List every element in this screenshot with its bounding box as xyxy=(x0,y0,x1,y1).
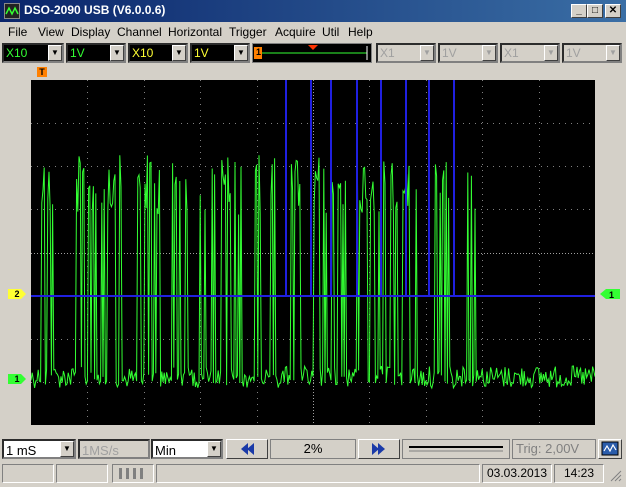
menu-trigger[interactable]: Trigger xyxy=(229,25,267,39)
ch3-probe-select[interactable]: X1 ▼ xyxy=(376,43,436,63)
chevron-down-icon: ▼ xyxy=(606,45,620,61)
ch1-volts-value: 1V xyxy=(70,46,85,60)
double-right-arrow-icon xyxy=(372,443,385,455)
chevron-down-icon: ▼ xyxy=(544,45,558,61)
status-indicator-bars xyxy=(112,464,154,483)
chevron-down-icon: ▼ xyxy=(234,45,248,61)
chevron-down-icon: ▼ xyxy=(48,45,62,61)
ch3-volts-select[interactable]: 1V ▼ xyxy=(438,43,498,63)
close-button[interactable]: ✕ xyxy=(605,4,621,18)
chevron-down-icon: ▼ xyxy=(172,45,186,61)
scroll-right-button[interactable] xyxy=(358,439,400,459)
chevron-down-icon: ▼ xyxy=(482,45,496,61)
ch1-level-marker[interactable]: 1 xyxy=(8,374,26,384)
samplerate-select[interactable]: 1MS/s xyxy=(78,439,150,459)
ch1-waveform xyxy=(31,155,595,390)
chevron-down-icon: ▼ xyxy=(110,45,124,61)
trigger-time-marker[interactable]: T xyxy=(37,67,47,77)
menu-display[interactable]: Display xyxy=(71,25,110,39)
ch2-probe-value: X10 xyxy=(132,46,154,60)
svg-text:1: 1 xyxy=(609,290,614,299)
ch1-level-marker-label: 1 xyxy=(14,374,20,384)
ch3-probe-value: X1 xyxy=(380,46,395,60)
ch3-volts-value: 1V xyxy=(442,46,457,60)
menu-horizontal[interactable]: Horizontal xyxy=(168,25,222,39)
trigger-level-slider[interactable] xyxy=(402,439,510,459)
ch1-probe-select[interactable]: X10 ▼ xyxy=(2,43,64,63)
oscilloscope-screen[interactable] xyxy=(31,80,595,425)
status-bar: 03.03.2013 14:23 xyxy=(0,462,626,486)
trigger-channel-marker: 1 xyxy=(256,47,262,57)
menu-view[interactable]: View xyxy=(38,25,64,39)
menu-file[interactable]: File xyxy=(8,25,27,39)
ch2-volts-select[interactable]: 1V ▼ xyxy=(190,43,250,63)
slider-track xyxy=(409,446,503,452)
ch2-volts-value: 1V xyxy=(194,46,209,60)
maximize-button[interactable]: □ xyxy=(587,4,603,18)
settings-button[interactable] xyxy=(598,439,622,459)
window-title: DSO-2090 USB (V6.0.0.6) xyxy=(24,3,166,17)
status-time: 14:23 xyxy=(554,464,604,483)
horizontal-position-field[interactable]: 2% xyxy=(270,439,356,459)
timebase-select[interactable]: 1 mS ▼ xyxy=(2,439,76,459)
trigger-level-readout: Trig: 2,00V xyxy=(512,439,596,459)
menu-channel[interactable]: Channel xyxy=(117,25,162,39)
menu-help[interactable]: Help xyxy=(348,25,373,39)
trigger-level-marker[interactable]: 1 xyxy=(600,289,620,300)
menu-bar: File View Display Channel Horizontal Tri… xyxy=(0,22,626,41)
minimize-button[interactable]: _ xyxy=(571,4,587,18)
timebase-value: 1 mS xyxy=(6,443,37,458)
acquire-mode-value: Min xyxy=(155,443,176,458)
menu-acquire[interactable]: Acquire xyxy=(275,25,316,39)
chevron-down-icon: ▼ xyxy=(60,441,74,457)
double-left-arrow-icon xyxy=(241,443,254,455)
acquire-mode-select[interactable]: Min ▼ xyxy=(151,439,223,459)
scope-settings-icon xyxy=(601,441,619,456)
samplerate-value: 1MS/s xyxy=(82,443,119,458)
ch2-level-marker[interactable]: 2 xyxy=(8,289,26,299)
app-icon xyxy=(4,3,20,19)
waveform-display xyxy=(31,80,595,425)
menu-util[interactable]: Util xyxy=(322,25,339,39)
ch4-volts-value: 1V xyxy=(566,46,581,60)
trigger-position-slider[interactable]: 1 xyxy=(252,43,372,63)
ch4-probe-select[interactable]: X1 ▼ xyxy=(500,43,560,63)
ch2-probe-select[interactable]: X10 ▼ xyxy=(128,43,188,63)
ch1-volts-select[interactable]: 1V ▼ xyxy=(66,43,126,63)
chevron-down-icon: ▼ xyxy=(207,441,221,457)
status-panel-2 xyxy=(56,464,108,483)
ch1-probe-value: X10 xyxy=(6,46,28,60)
status-message xyxy=(156,464,480,483)
channel-toolbar: X10 ▼ 1V ▼ X10 ▼ 1V ▼ 1 X1 ▼ 1V ▼ X1 ▼ 1… xyxy=(0,41,626,65)
status-date: 03.03.2013 xyxy=(482,464,552,483)
bottom-toolbar: 1 mS ▼ 1MS/s Min ▼ 2% Trig: 2,00V xyxy=(0,437,626,461)
ch2-level-marker-label: 2 xyxy=(14,289,20,299)
scroll-left-button[interactable] xyxy=(226,439,268,459)
ch4-volts-select[interactable]: 1V ▼ xyxy=(562,43,622,63)
resize-grip-icon[interactable] xyxy=(608,468,622,482)
chevron-down-icon: ▼ xyxy=(420,45,434,61)
title-bar: DSO-2090 USB (V6.0.0.6) _ □ ✕ xyxy=(0,0,626,22)
status-panel-1 xyxy=(2,464,54,483)
scope-area: T 2 1 1 xyxy=(0,65,626,435)
ch4-probe-value: X1 xyxy=(504,46,519,60)
